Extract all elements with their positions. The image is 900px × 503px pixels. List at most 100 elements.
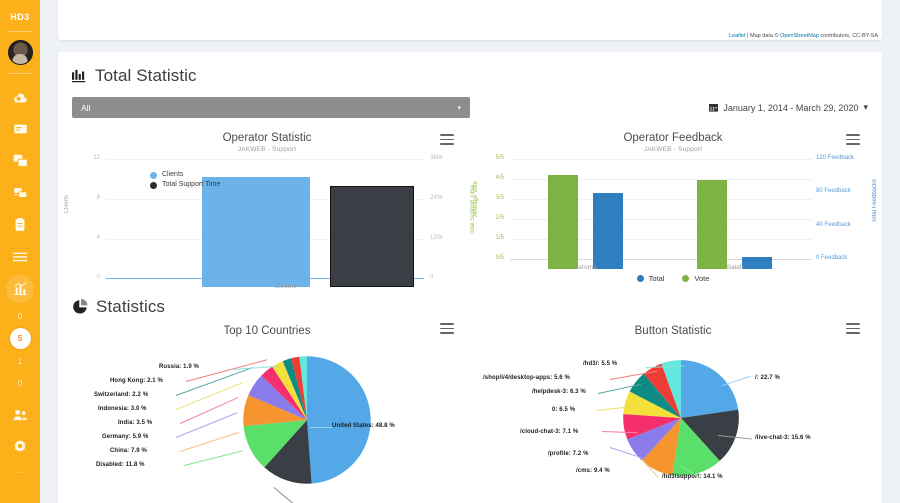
osm-link[interactable]: OpenStreetMap bbox=[780, 33, 819, 39]
sidebar-badge-2[interactable]: 1 bbox=[0, 350, 40, 372]
bar-charts-row: Operator Statistic JAKWEB - Support 12 8… bbox=[58, 118, 882, 290]
map-card: Rabat OO.E Algiers Ashgabat Leaflet | Ma… bbox=[58, 0, 882, 40]
bar-vote-salah[interactable] bbox=[697, 180, 727, 269]
pie-label-switzerland: Switzerland: 2.2 % bbox=[94, 392, 149, 398]
total-statistic-card: Total Statistic All ▾ January 1, 2014 - … bbox=[58, 52, 882, 503]
leader-china bbox=[179, 431, 240, 452]
pie-label-profile: /profile: 7.2 % bbox=[548, 451, 589, 457]
pie-label-germany: Germany: 5.9 % bbox=[102, 434, 149, 440]
clipboard-icon[interactable] bbox=[0, 209, 40, 241]
page-title-label: Total Statistic bbox=[95, 66, 197, 85]
bar-total-support-time[interactable] bbox=[330, 186, 414, 287]
ytick-0: 5/5 bbox=[495, 155, 504, 161]
chart-operator-statistic: Operator Statistic JAKWEB - Support 12 8… bbox=[64, 126, 476, 290]
users-icon[interactable] bbox=[0, 398, 40, 430]
chart-button-statistic: Button Statistic /: 22.7 % /live-chat-3:… bbox=[470, 319, 876, 487]
date-range-picker[interactable]: January 1, 2014 - March 29, 2020 ▾ bbox=[709, 102, 868, 113]
legend-item-clients[interactable]: Clients bbox=[150, 170, 220, 180]
y-axis-label: Clients bbox=[64, 195, 70, 214]
chevron-down-icon: ▾ bbox=[457, 104, 461, 112]
pie-label-cloud-chat: /cloud-chat-3: 7.1 % bbox=[520, 429, 579, 435]
ytick-4: 1/5 bbox=[495, 235, 504, 241]
legend-swatch-clients bbox=[150, 171, 157, 179]
pie-slice[interactable] bbox=[307, 356, 371, 484]
chart-subtitle: JAKWEB - Support bbox=[643, 146, 703, 153]
leaflet-link[interactable]: Leaflet bbox=[729, 33, 746, 39]
sidebar-badge-3[interactable]: 0 bbox=[0, 372, 40, 394]
chart-menu-icon[interactable] bbox=[846, 323, 860, 334]
operator-filter-select[interactable]: All ▾ bbox=[72, 97, 470, 118]
sidebar-item-statistics[interactable] bbox=[6, 275, 34, 303]
date-range-value: January 1, 2014 - March 29, 2020 bbox=[723, 102, 859, 113]
y2tick-1: 80 Feedback bbox=[816, 188, 851, 194]
settings-gear-icon[interactable] bbox=[0, 430, 40, 462]
list-icon[interactable] bbox=[0, 241, 40, 273]
dashboard-cloud-icon[interactable] bbox=[0, 81, 40, 113]
y2tick-2: 120k bbox=[430, 235, 444, 241]
leader-cloudchat bbox=[601, 431, 638, 434]
legend-item-support-time[interactable]: Total Support Time bbox=[150, 180, 220, 190]
y2tick-1: 240k bbox=[430, 195, 444, 201]
pie-chart-icon bbox=[72, 299, 88, 315]
knowledge-base-icon[interactable] bbox=[0, 177, 40, 209]
operator-filter-value: All bbox=[81, 102, 91, 113]
sidebar-badge-active[interactable]: 5 bbox=[9, 328, 31, 349]
messages-icon[interactable] bbox=[0, 145, 40, 177]
chart-top-10-countries: Top 10 Countries United States: 48.8 % F… bbox=[64, 319, 470, 503]
chart-menu-icon[interactable] bbox=[440, 134, 454, 145]
legend-swatch-total bbox=[636, 275, 644, 282]
xlabel-salah: Salah bbox=[726, 264, 744, 271]
pie-buttons-svg[interactable] bbox=[622, 359, 740, 477]
chart-legend: Clients Total Support Time bbox=[150, 170, 220, 190]
legend-label-support-time: Total Support Time bbox=[162, 181, 221, 188]
leader-india bbox=[179, 397, 239, 424]
pie-countries-svg[interactable] bbox=[242, 355, 372, 485]
sidebar-more-dots[interactable]: ... bbox=[16, 465, 24, 475]
pie-label-shop: /shop/i/4/desktop-apps: 5.6 % bbox=[483, 375, 570, 381]
bar-clients[interactable] bbox=[202, 177, 310, 287]
chart-menu-icon[interactable] bbox=[846, 134, 860, 145]
pie-label-hong-kong: Hong Kong: 2.1 % bbox=[110, 378, 163, 384]
ytick-0: 12 bbox=[93, 155, 100, 161]
chart-header: Operator Feedback JAKWEB - Support bbox=[470, 126, 876, 153]
ytick-1: 8 bbox=[96, 195, 100, 201]
legend-label-total: Total bbox=[648, 274, 665, 283]
sidebar-badge-0[interactable]: 0 bbox=[0, 305, 40, 327]
pie-label-root: /: 22.7 % bbox=[755, 375, 780, 381]
pie-label-hd3-support: /hd3/support: 14.1 % bbox=[662, 474, 723, 480]
pie-label-russia: Russia: 1.9 % bbox=[159, 364, 199, 370]
chart-header: Operator Statistic JAKWEB - Support bbox=[64, 126, 470, 153]
chart-menu-icon[interactable] bbox=[440, 323, 454, 334]
avatar[interactable] bbox=[7, 40, 33, 65]
bar-vote-jerome[interactable] bbox=[548, 175, 578, 269]
pie-slice[interactable] bbox=[681, 360, 739, 418]
plot-area: 5/5 4/5 3/5 2/5 1/5 0/5 Average Vote 120… bbox=[473, 155, 878, 271]
brand-logo[interactable]: HD3 bbox=[10, 12, 30, 22]
map-attribution: Leaflet | Map data © OpenStreetMap contr… bbox=[727, 33, 880, 39]
pie-label-helpdesk: /helpdesk-3: 6.3 % bbox=[532, 389, 586, 395]
bar-total-jerome[interactable] bbox=[593, 193, 623, 269]
attrib-text: Map data © bbox=[750, 33, 781, 39]
leader-us bbox=[310, 427, 332, 428]
y2tick-3: 0 bbox=[430, 274, 434, 280]
xlabel-jerome: Jerome bbox=[575, 264, 597, 271]
ytick-2: 3/5 bbox=[495, 195, 504, 201]
legend-label-vote: Vote bbox=[694, 274, 710, 283]
filter-controls: All ▾ January 1, 2014 - March 29, 2020 ▾ bbox=[58, 86, 882, 118]
legend-item-total[interactable]: Total bbox=[636, 274, 665, 283]
sidebar-divider-bottom bbox=[7, 73, 33, 74]
bar-chart-icon bbox=[72, 69, 87, 84]
app-root: HD3 0 5 1 0 ... Leaflet | Map data © Ope… bbox=[0, 0, 900, 503]
date-range-caret: ▾ bbox=[863, 102, 868, 112]
ytick-3: 0 bbox=[96, 274, 100, 280]
pie-label-hd3: /hd3/: 5.5 % bbox=[583, 361, 618, 367]
legend-item-vote[interactable]: Vote bbox=[682, 274, 709, 283]
ytick-1: 4/5 bbox=[495, 175, 504, 181]
statistics-title-label: Statistics bbox=[96, 297, 166, 316]
ytick-5: 0/5 bbox=[495, 255, 504, 261]
chart-legend: Total Vote bbox=[470, 274, 876, 283]
sidebar: HD3 0 5 1 0 ... bbox=[0, 0, 40, 503]
pie-charts-row: Top 10 Countries United States: 48.8 % F… bbox=[58, 317, 882, 503]
chat-card-icon[interactable] bbox=[0, 113, 40, 145]
pie-label-zero: 0: 6.5 % bbox=[552, 407, 576, 413]
